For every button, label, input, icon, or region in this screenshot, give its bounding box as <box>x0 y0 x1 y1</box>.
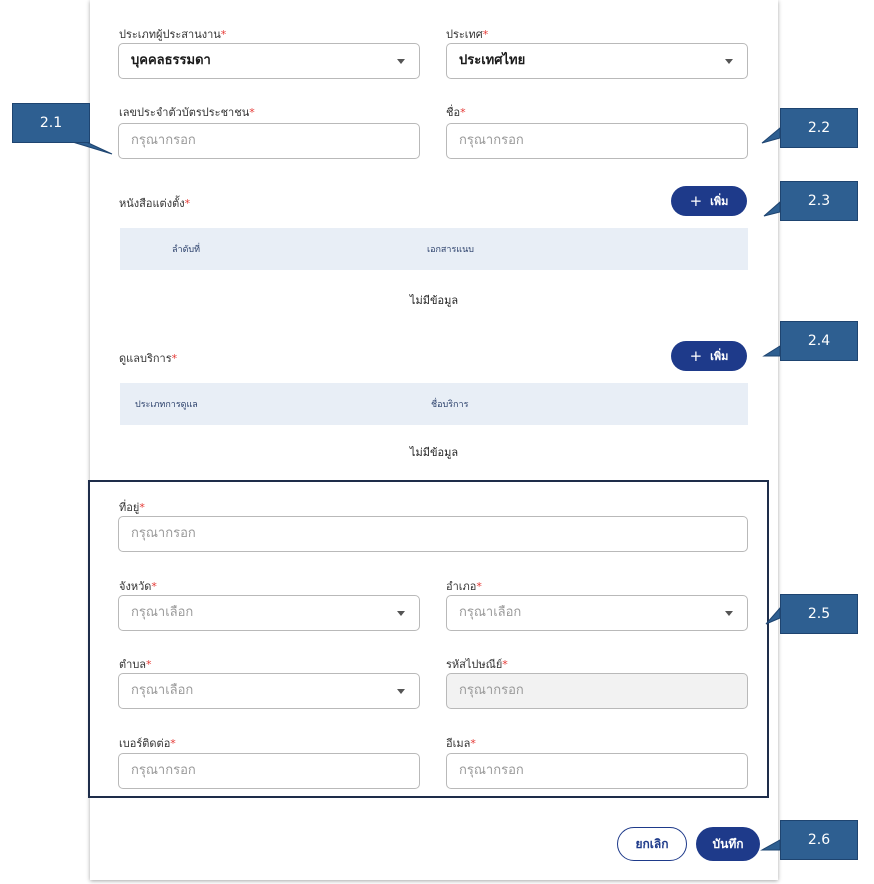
callout-tail <box>763 200 781 217</box>
callout-2-1: 2.1 <box>12 103 90 143</box>
callout-2-5: 2.5 <box>780 594 858 634</box>
callout-tail <box>762 345 781 357</box>
callout-tail <box>765 606 781 625</box>
callout-tail <box>761 126 781 144</box>
callout-2-4: 2.4 <box>780 321 858 361</box>
callout-pointers <box>65 126 781 851</box>
callout-tail <box>760 839 781 851</box>
callout-2-6: 2.6 <box>780 820 858 860</box>
callout-2-3: 2.3 <box>780 181 858 221</box>
callout-2-2: 2.2 <box>780 108 858 148</box>
